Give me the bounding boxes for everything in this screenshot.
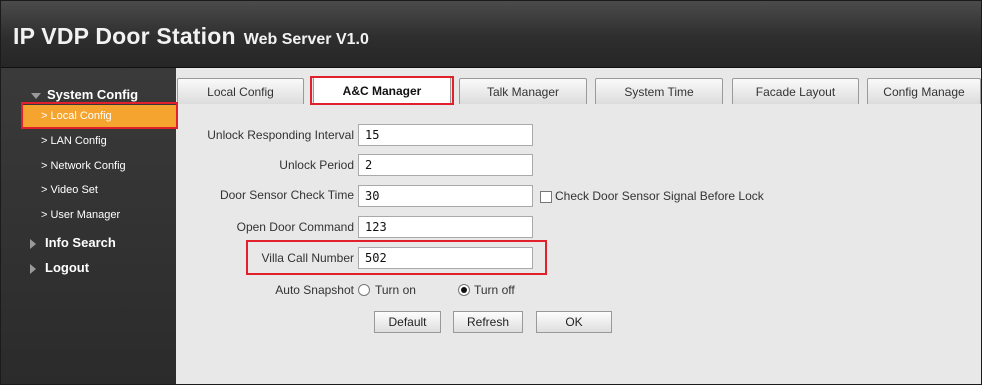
sidebar-group-logout[interactable]: Logout — [1, 257, 176, 279]
sidebar-group-label: Info Search — [45, 235, 116, 250]
app-window: IP VDP Door Station Web Server V1.0 Syste… — [0, 0, 982, 385]
unlock-interval-label: Unlock Responding Interval — [207, 128, 354, 142]
sidebar-item-label: > Network Config — [41, 160, 126, 172]
app-title: IP VDP Door Station Web Server V1.0 — [13, 23, 369, 50]
sidebar-item-user-manager[interactable]: > User Manager — [1, 204, 176, 226]
sidebar-item-label: > Video Set — [41, 184, 98, 196]
unlock-interval-input[interactable]: 15 — [358, 124, 533, 146]
highlight-ac-manager-tab — [310, 76, 454, 105]
sidebar-item-network-config[interactable]: > Network Config — [1, 155, 176, 177]
ok-button[interactable]: OK — [536, 311, 612, 333]
door-sensor-checkbox-label: Check Door Sensor Signal Before Lock — [555, 189, 764, 203]
highlight-local-config — [21, 102, 178, 129]
triangle-right-icon — [30, 239, 36, 249]
sidebar-group-info-search[interactable]: Info Search — [1, 232, 176, 254]
sidebar-item-label: > LAN Config — [41, 135, 107, 147]
unlock-period-input[interactable]: 2 — [358, 154, 533, 176]
open-door-label: Open Door Command — [236, 220, 354, 234]
refresh-button[interactable]: Refresh — [453, 311, 523, 333]
app-title-main: IP VDP Door Station — [13, 23, 236, 49]
triangle-right-icon — [30, 264, 36, 274]
default-button[interactable]: Default — [374, 311, 441, 333]
tab-system-time[interactable]: System Time — [595, 78, 723, 104]
header-bar: IP VDP Door Station Web Server V1.0 — [1, 1, 981, 68]
door-sensor-input[interactable]: 30 — [358, 185, 533, 207]
tab-config-manage[interactable]: Config Manage — [867, 78, 981, 104]
sidebar-item-video-set[interactable]: > Video Set — [1, 179, 176, 201]
sidebar-group-label: Logout — [45, 260, 90, 275]
open-door-input[interactable]: 123 — [358, 216, 533, 238]
tab-facade-layout[interactable]: Facade Layout — [732, 78, 859, 104]
door-sensor-label: Door Sensor Check Time — [219, 188, 354, 202]
auto-snapshot-on-radio[interactable] — [358, 284, 370, 296]
door-sensor-checkbox[interactable] — [540, 191, 552, 203]
auto-snapshot-off-radio[interactable] — [458, 284, 470, 296]
unlock-period-label: Unlock Period — [279, 158, 354, 172]
tab-bar: Local Config A&C Manager Talk Manager Sy… — [177, 76, 981, 104]
triangle-down-icon — [31, 93, 41, 99]
app-title-sub: Web Server V1.0 — [243, 31, 369, 48]
sidebar-item-lan-config[interactable]: > LAN Config — [1, 130, 176, 152]
auto-snapshot-on-label: Turn on — [375, 283, 416, 297]
auto-snapshot-off-label: Turn off — [474, 283, 515, 297]
tab-talk-manager[interactable]: Talk Manager — [459, 78, 587, 104]
auto-snapshot-label: Auto Snapshot — [275, 283, 354, 297]
tab-local-config[interactable]: Local Config — [177, 78, 304, 104]
highlight-villa-call — [246, 240, 547, 275]
sidebar-item-label: > User Manager — [41, 209, 121, 221]
